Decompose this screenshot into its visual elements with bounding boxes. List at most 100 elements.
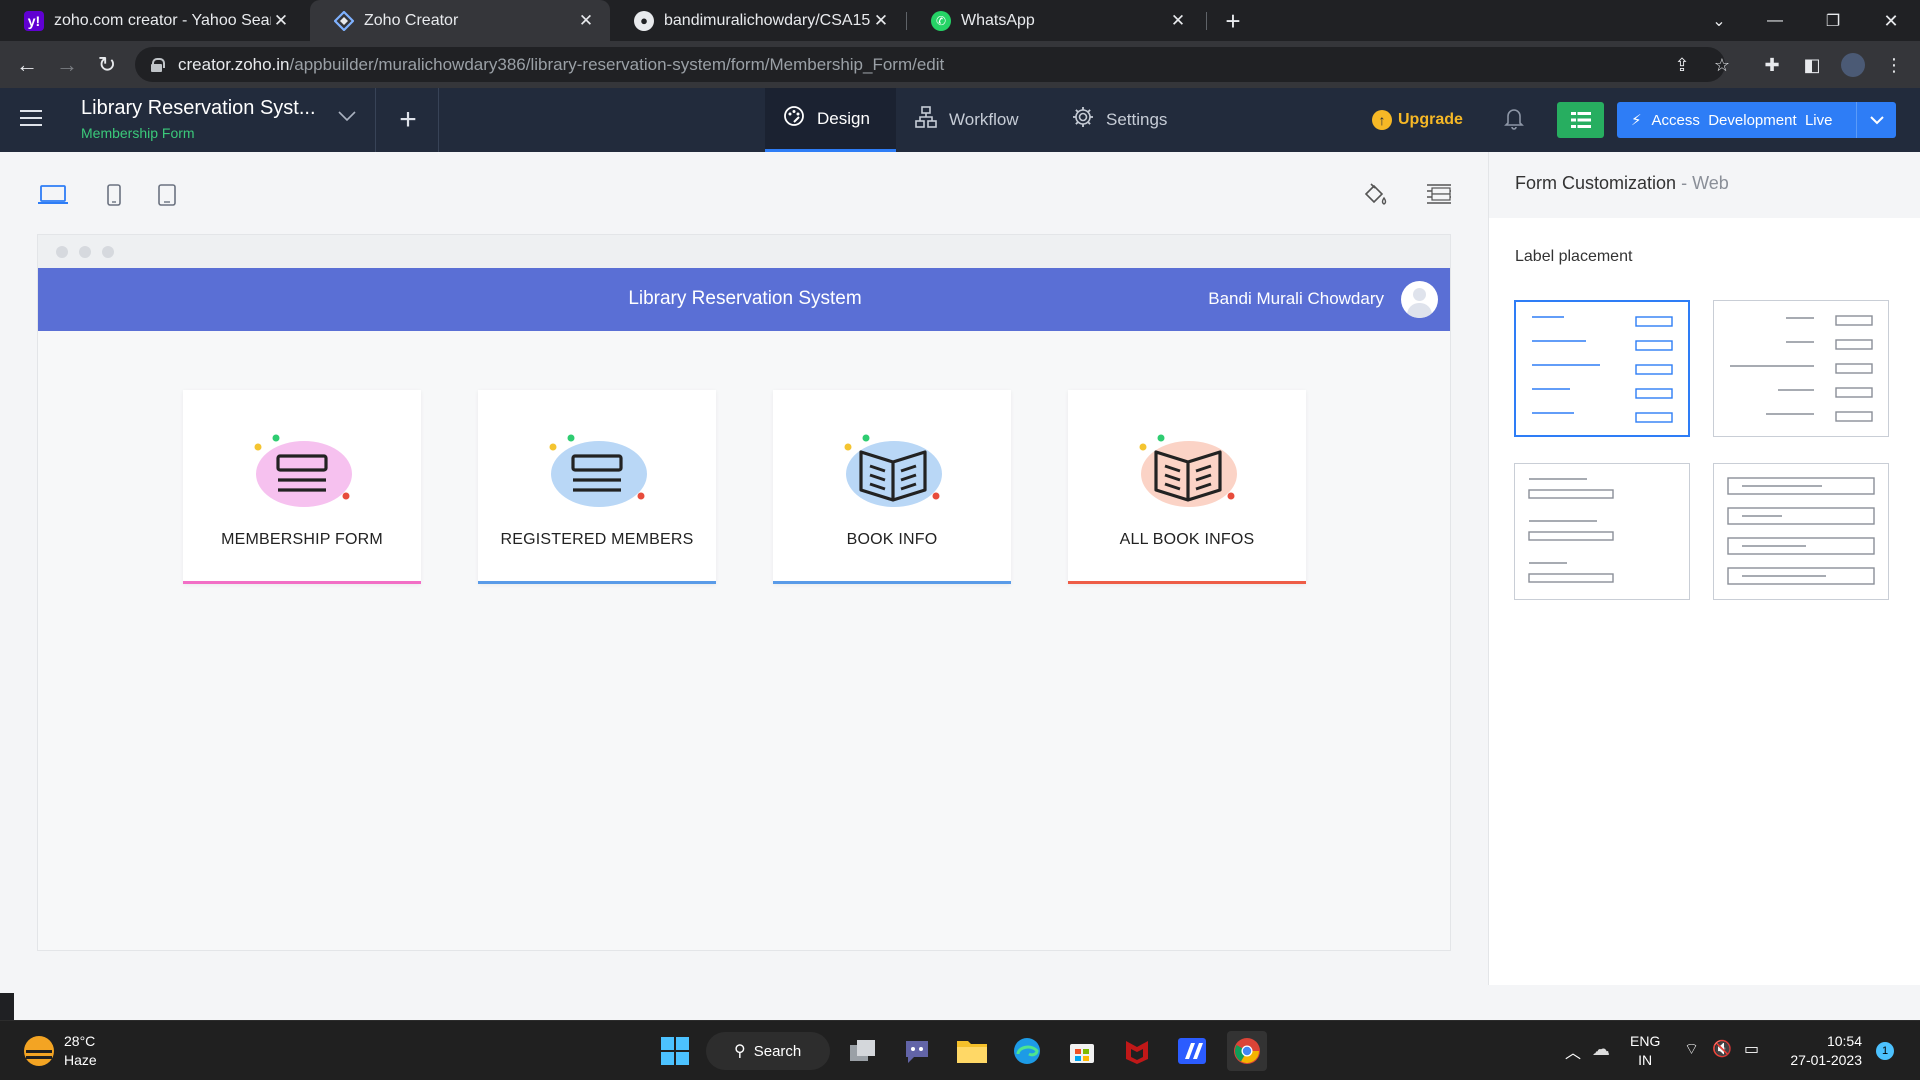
onedrive-cloud-icon[interactable]: ☁ xyxy=(1592,1039,1610,1060)
design-workspace: Library Reservation System Bandi Murali … xyxy=(0,152,1488,985)
battery-icon[interactable]: ▭ xyxy=(1744,1039,1759,1059)
show-hidden-icons-chevron-icon[interactable]: ︿ xyxy=(1565,1039,1581,1063)
share-icon[interactable]: ⇪ xyxy=(1667,50,1697,80)
close-window-button[interactable]: ✕ xyxy=(1868,6,1914,36)
profile-avatar[interactable] xyxy=(1841,53,1865,77)
app-title[interactable]: Library Reservation Syst... xyxy=(81,97,316,120)
gear-icon xyxy=(1072,106,1094,134)
browser-menu-icon[interactable]: ⋮ xyxy=(1879,50,1909,80)
bolt-icon: ⚡ xyxy=(1631,112,1642,129)
file-explorer-icon[interactable] xyxy=(952,1031,992,1071)
chrome-browser-icon[interactable] xyxy=(1227,1031,1267,1071)
teams-chat-icon[interactable] xyxy=(897,1031,937,1071)
microsoft-store-icon[interactable] xyxy=(1062,1031,1102,1071)
volume-muted-icon[interactable]: 🔇 xyxy=(1712,1039,1732,1059)
lock-icon[interactable] xyxy=(151,58,165,72)
restore-button[interactable]: ❐ xyxy=(1810,6,1856,36)
notification-badge[interactable]: 1 xyxy=(1876,1042,1894,1060)
new-tab-button[interactable]: + xyxy=(1210,6,1256,36)
tab-label: Workflow xyxy=(949,110,1019,129)
url-path: /appbuilder/muralichowdary386/library-re… xyxy=(289,54,945,74)
mobile-view-icon[interactable] xyxy=(156,182,178,208)
wifi-icon[interactable]: ⌔ xyxy=(1684,1039,1699,1059)
mcafee-icon[interactable] xyxy=(1117,1031,1157,1071)
list-icon xyxy=(1570,111,1591,129)
yahoo-icon: y! xyxy=(24,10,44,31)
haze-weather-icon xyxy=(24,1036,54,1066)
bookmark-star-icon[interactable]: ☆ xyxy=(1707,50,1737,80)
task-view-icon[interactable] xyxy=(843,1031,883,1071)
window-dot xyxy=(102,245,114,258)
upgrade-button[interactable]: ↑ Upgrade xyxy=(1372,110,1463,130)
temperature: 28°C xyxy=(64,1033,96,1049)
panel-title-suffix: Web xyxy=(1692,173,1729,193)
clock-time: 10:54 xyxy=(1826,1033,1862,1049)
zoho-creator-icon xyxy=(334,10,354,31)
form-properties-icon[interactable] xyxy=(1424,180,1454,210)
weather-condition: Haze xyxy=(64,1052,97,1068)
paint-bucket-icon[interactable] xyxy=(1360,180,1390,210)
label-placement-top-option[interactable] xyxy=(1514,463,1690,600)
access-environment-button[interactable]: ⚡ Access Development Live xyxy=(1617,102,1896,138)
chevron-down-icon[interactable] xyxy=(338,106,356,127)
weather-widget[interactable]: 28°C Haze xyxy=(24,1032,97,1070)
reload-icon[interactable]: ↻ xyxy=(92,50,122,80)
workflow-icon xyxy=(915,106,937,134)
bell-icon[interactable] xyxy=(1500,104,1528,132)
label-placement-right-option[interactable] xyxy=(1713,300,1889,437)
minimize-button[interactable]: — xyxy=(1752,6,1798,36)
edge-browser-icon[interactable] xyxy=(1007,1031,1047,1071)
label-placement-left-option[interactable] xyxy=(1514,300,1690,437)
book-icon xyxy=(1132,418,1244,510)
arrow-up-icon: ↑ xyxy=(1372,110,1392,130)
app-preview: Library Reservation System Bandi Murali … xyxy=(37,234,1451,951)
card-all-book-infos[interactable]: ALL BOOK INFOS xyxy=(1068,390,1306,584)
tab-search-chevron-icon[interactable]: ⌄ xyxy=(1696,6,1742,36)
start-windows-icon[interactable] xyxy=(655,1031,695,1071)
card-book-info[interactable]: BOOK INFO xyxy=(773,390,1011,584)
taskbar-search[interactable]: ⚲ Search xyxy=(706,1032,830,1070)
user-avatar[interactable] xyxy=(1401,281,1438,318)
palette-icon xyxy=(783,105,805,133)
tab-design[interactable]: Design xyxy=(765,88,896,152)
tab-title: WhatsApp xyxy=(961,11,1035,29)
app-header: Library Reservation Syst... Membership F… xyxy=(0,88,1920,152)
window-dot xyxy=(56,245,68,258)
back-arrow-icon[interactable]: ← xyxy=(12,50,42,80)
tab-settings[interactable]: Settings xyxy=(1054,88,1185,152)
app-list-button[interactable] xyxy=(1557,102,1604,138)
visual-studio-code-icon[interactable] xyxy=(1172,1031,1212,1071)
preview-window-chrome xyxy=(38,235,1450,268)
language-indicator[interactable]: ENG IN xyxy=(1630,1032,1660,1070)
label-placement-inside-option[interactable] xyxy=(1713,463,1889,600)
tab-workflow[interactable]: Workflow xyxy=(897,88,1037,152)
language-line1: ENG xyxy=(1630,1033,1661,1049)
side-panel-icon[interactable]: ◧ xyxy=(1797,50,1827,80)
forward-arrow-icon[interactable]: → xyxy=(52,50,82,80)
address-bar[interactable]: creator.zoho.in/appbuilder/muralichowdar… xyxy=(135,47,1725,82)
desktop-view-icon[interactable] xyxy=(37,182,69,208)
tab-github[interactable]: ● bandimuralichowdary/CSA1568-( ✕ xyxy=(610,0,905,41)
form-customization-panel: Form Customization - Web Label placement xyxy=(1488,152,1920,985)
browser-tab-strip: y! zoho.com creator - Yahoo Search ✕ Zoh… xyxy=(0,0,1920,41)
tablet-view-icon[interactable] xyxy=(104,182,124,208)
tab-yahoo-search[interactable]: y! zoho.com creator - Yahoo Search ✕ xyxy=(0,0,305,41)
close-tab-icon[interactable]: ✕ xyxy=(1168,11,1188,31)
form-icon xyxy=(542,418,654,510)
close-tab-icon[interactable]: ✕ xyxy=(576,11,596,31)
tab-zoho-creator[interactable]: Zoho Creator ✕ xyxy=(310,0,610,41)
preview-banner: Library Reservation System Bandi Murali … xyxy=(38,268,1450,331)
hamburger-menu-icon[interactable] xyxy=(20,110,42,128)
card-accent-bar xyxy=(1068,581,1306,584)
chevron-down-icon[interactable] xyxy=(1856,102,1896,138)
whatsapp-icon: ✆ xyxy=(931,10,951,31)
extensions-puzzle-icon[interactable]: ✚ xyxy=(1757,50,1787,80)
close-tab-icon[interactable]: ✕ xyxy=(871,11,891,31)
preview-user-name: Bandi Murali Chowdary xyxy=(1208,289,1384,308)
close-tab-icon[interactable]: ✕ xyxy=(271,11,291,31)
tab-whatsapp[interactable]: ✆ WhatsApp ✕ xyxy=(907,0,1202,41)
card-membership-form[interactable]: MEMBERSHIP FORM xyxy=(183,390,421,584)
add-button[interactable]: + xyxy=(392,100,424,140)
clock[interactable]: 10:54 27-01-2023 xyxy=(1782,1032,1862,1070)
card-registered-members[interactable]: REGISTERED MEMBERS xyxy=(478,390,716,584)
